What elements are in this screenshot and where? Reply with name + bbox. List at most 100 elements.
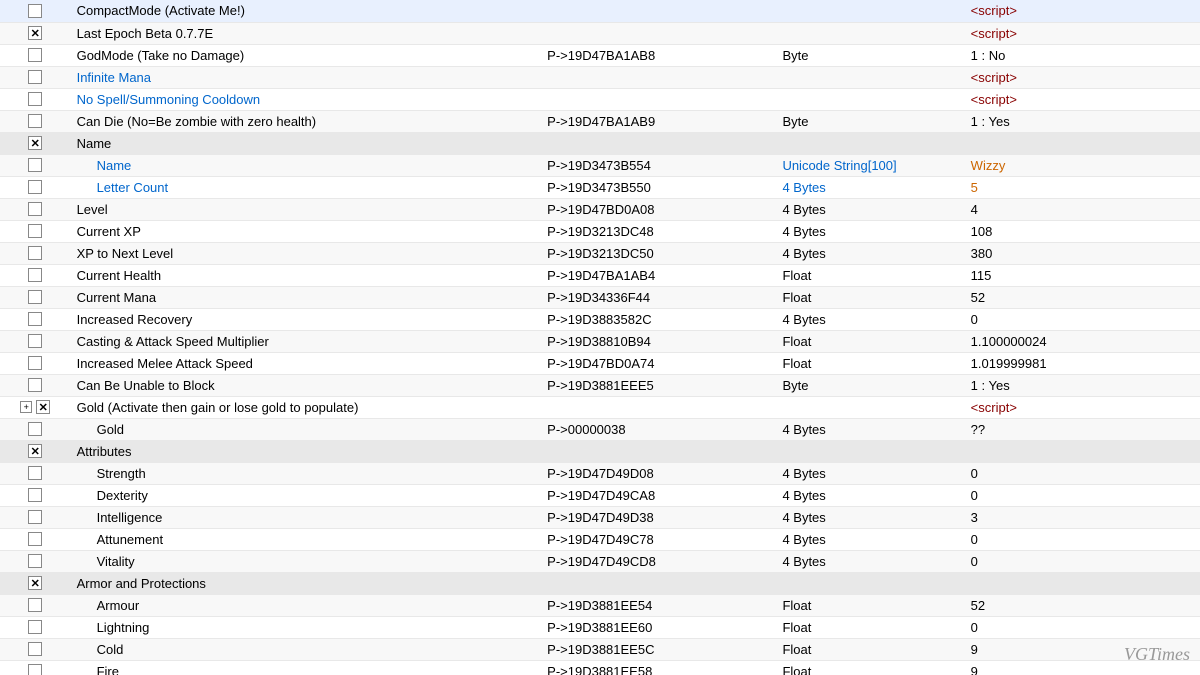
checkbox-empty[interactable] [28, 246, 42, 260]
checkbox-empty[interactable] [28, 202, 42, 216]
table-row[interactable]: VitalityP->19D47D49CD84 Bytes0 [0, 550, 1200, 572]
entry-name: Increased Recovery [71, 308, 542, 330]
table-row[interactable]: ✕Last Epoch Beta 0.7.7E<script> [0, 22, 1200, 44]
checkbox-cell[interactable] [0, 594, 71, 616]
checkbox-cell[interactable] [0, 418, 71, 440]
checkbox-cell[interactable] [0, 110, 71, 132]
table-row[interactable]: +✕Gold (Activate then gain or lose gold … [0, 396, 1200, 418]
checkbox-empty[interactable] [28, 4, 42, 18]
checkbox-empty[interactable] [28, 510, 42, 524]
checkbox-empty[interactable] [28, 290, 42, 304]
table-row[interactable]: Current ManaP->19D34336F44Float52 [0, 286, 1200, 308]
checkbox-empty[interactable] [28, 642, 42, 656]
checkbox-empty[interactable] [28, 488, 42, 502]
checkbox-empty[interactable] [28, 268, 42, 282]
checkbox-empty[interactable] [28, 466, 42, 480]
checkbox-cell[interactable] [0, 308, 71, 330]
checkbox-empty[interactable] [28, 180, 42, 194]
checkbox-cell[interactable] [0, 352, 71, 374]
table-row[interactable]: LevelP->19D47BD0A084 Bytes4 [0, 198, 1200, 220]
table-row[interactable]: DexterityP->19D47D49CA84 Bytes0 [0, 484, 1200, 506]
checkbox-empty[interactable] [28, 334, 42, 348]
checkbox-cell[interactable] [0, 176, 71, 198]
checkbox-empty[interactable] [28, 92, 42, 106]
checkbox-empty[interactable] [28, 532, 42, 546]
checkbox-empty[interactable] [28, 356, 42, 370]
checkbox-cell[interactable]: ✕ [0, 440, 71, 462]
checkbox-cell[interactable] [0, 616, 71, 638]
checkbox-cell[interactable] [0, 198, 71, 220]
checkbox-x[interactable]: ✕ [28, 444, 42, 458]
checkbox-cell[interactable]: ✕ [0, 22, 71, 44]
entry-name: Can Be Unable to Block [71, 374, 542, 396]
table-row[interactable]: Can Die (No=Be zombie with zero health)P… [0, 110, 1200, 132]
checkbox-cell[interactable] [0, 484, 71, 506]
checkbox-empty[interactable] [28, 48, 42, 62]
checkbox-cell[interactable] [0, 286, 71, 308]
expand-icon[interactable]: + [20, 401, 32, 413]
checkbox-cell[interactable] [0, 0, 71, 22]
table-row[interactable]: No Spell/Summoning Cooldown<script> [0, 88, 1200, 110]
checkbox-cell[interactable] [0, 506, 71, 528]
table-row[interactable]: ✕Name [0, 132, 1200, 154]
checkbox-cell[interactable] [0, 264, 71, 286]
checkbox-empty[interactable] [28, 158, 42, 172]
checkbox-cell[interactable] [0, 88, 71, 110]
checkbox-x[interactable]: ✕ [28, 136, 42, 150]
checkbox-cell[interactable] [0, 66, 71, 88]
table-row[interactable]: StrengthP->19D47D49D084 Bytes0 [0, 462, 1200, 484]
checkbox-cell[interactable] [0, 660, 71, 675]
table-row[interactable]: Current HealthP->19D47BA1AB4Float115 [0, 264, 1200, 286]
table-row[interactable]: GodMode (Take no Damage)P->19D47BA1AB8By… [0, 44, 1200, 66]
checkbox-cell[interactable] [0, 528, 71, 550]
checkbox-cell[interactable] [0, 550, 71, 572]
table-row[interactable]: Casting & Attack Speed MultiplierP->19D3… [0, 330, 1200, 352]
checkbox-empty[interactable] [28, 312, 42, 326]
checkbox-cell[interactable] [0, 638, 71, 660]
checkbox-cell[interactable] [0, 374, 71, 396]
checkbox-cell[interactable] [0, 220, 71, 242]
checkbox-x[interactable]: ✕ [28, 576, 42, 590]
checkbox-cell[interactable] [0, 44, 71, 66]
checkbox-empty[interactable] [28, 422, 42, 436]
checkbox-x[interactable]: ✕ [36, 400, 50, 414]
checkbox-empty[interactable] [28, 224, 42, 238]
checkbox-empty[interactable] [28, 114, 42, 128]
checkbox-empty[interactable] [28, 378, 42, 392]
checkbox-empty[interactable] [28, 598, 42, 612]
table-row[interactable]: GoldP->000000384 Bytes?? [0, 418, 1200, 440]
table-row[interactable]: NameP->19D3473B554Unicode String[100]Wiz… [0, 154, 1200, 176]
checkbox-empty[interactable] [28, 664, 42, 675]
table-row[interactable]: FireP->19D3881EE58Float9 [0, 660, 1200, 675]
entry-name: Current Mana [71, 286, 542, 308]
table-row[interactable]: ✕Attributes [0, 440, 1200, 462]
checkbox-cell[interactable] [0, 462, 71, 484]
entry-address [541, 440, 776, 462]
table-row[interactable]: AttunementP->19D47D49C784 Bytes0 [0, 528, 1200, 550]
table-row[interactable]: Letter CountP->19D3473B5504 Bytes5 [0, 176, 1200, 198]
table-row[interactable]: IntelligenceP->19D47D49D384 Bytes3 [0, 506, 1200, 528]
table-row[interactable]: CompactMode (Activate Me!)<script> [0, 0, 1200, 22]
entry-address: P->19D47D49CD8 [541, 550, 776, 572]
checkbox-cell[interactable]: ✕ [0, 132, 71, 154]
table-row[interactable]: LightningP->19D3881EE60Float0 [0, 616, 1200, 638]
checkbox-cell[interactable]: +✕ [0, 396, 71, 418]
checkbox-x[interactable]: ✕ [28, 26, 42, 40]
checkbox-empty[interactable] [28, 620, 42, 634]
table-row[interactable]: ✕Armor and Protections [0, 572, 1200, 594]
table-row[interactable]: Current XPP->19D3213DC484 Bytes108 [0, 220, 1200, 242]
checkbox-cell[interactable] [0, 154, 71, 176]
checkbox-cell[interactable] [0, 330, 71, 352]
table-row[interactable]: Increased RecoveryP->19D3883582C4 Bytes0 [0, 308, 1200, 330]
checkbox-cell[interactable] [0, 242, 71, 264]
cheat-table-container[interactable]: CompactMode (Activate Me!)<script>✕Last … [0, 0, 1200, 675]
checkbox-empty[interactable] [28, 554, 42, 568]
checkbox-cell[interactable]: ✕ [0, 572, 71, 594]
table-row[interactable]: Increased Melee Attack SpeedP->19D47BD0A… [0, 352, 1200, 374]
table-row[interactable]: ColdP->19D3881EE5CFloat9 [0, 638, 1200, 660]
table-row[interactable]: XP to Next LevelP->19D3213DC504 Bytes380 [0, 242, 1200, 264]
checkbox-empty[interactable] [28, 70, 42, 84]
table-row[interactable]: Infinite Mana<script> [0, 66, 1200, 88]
table-row[interactable]: ArmourP->19D3881EE54Float52 [0, 594, 1200, 616]
table-row[interactable]: Can Be Unable to BlockP->19D3881EEE5Byte… [0, 374, 1200, 396]
